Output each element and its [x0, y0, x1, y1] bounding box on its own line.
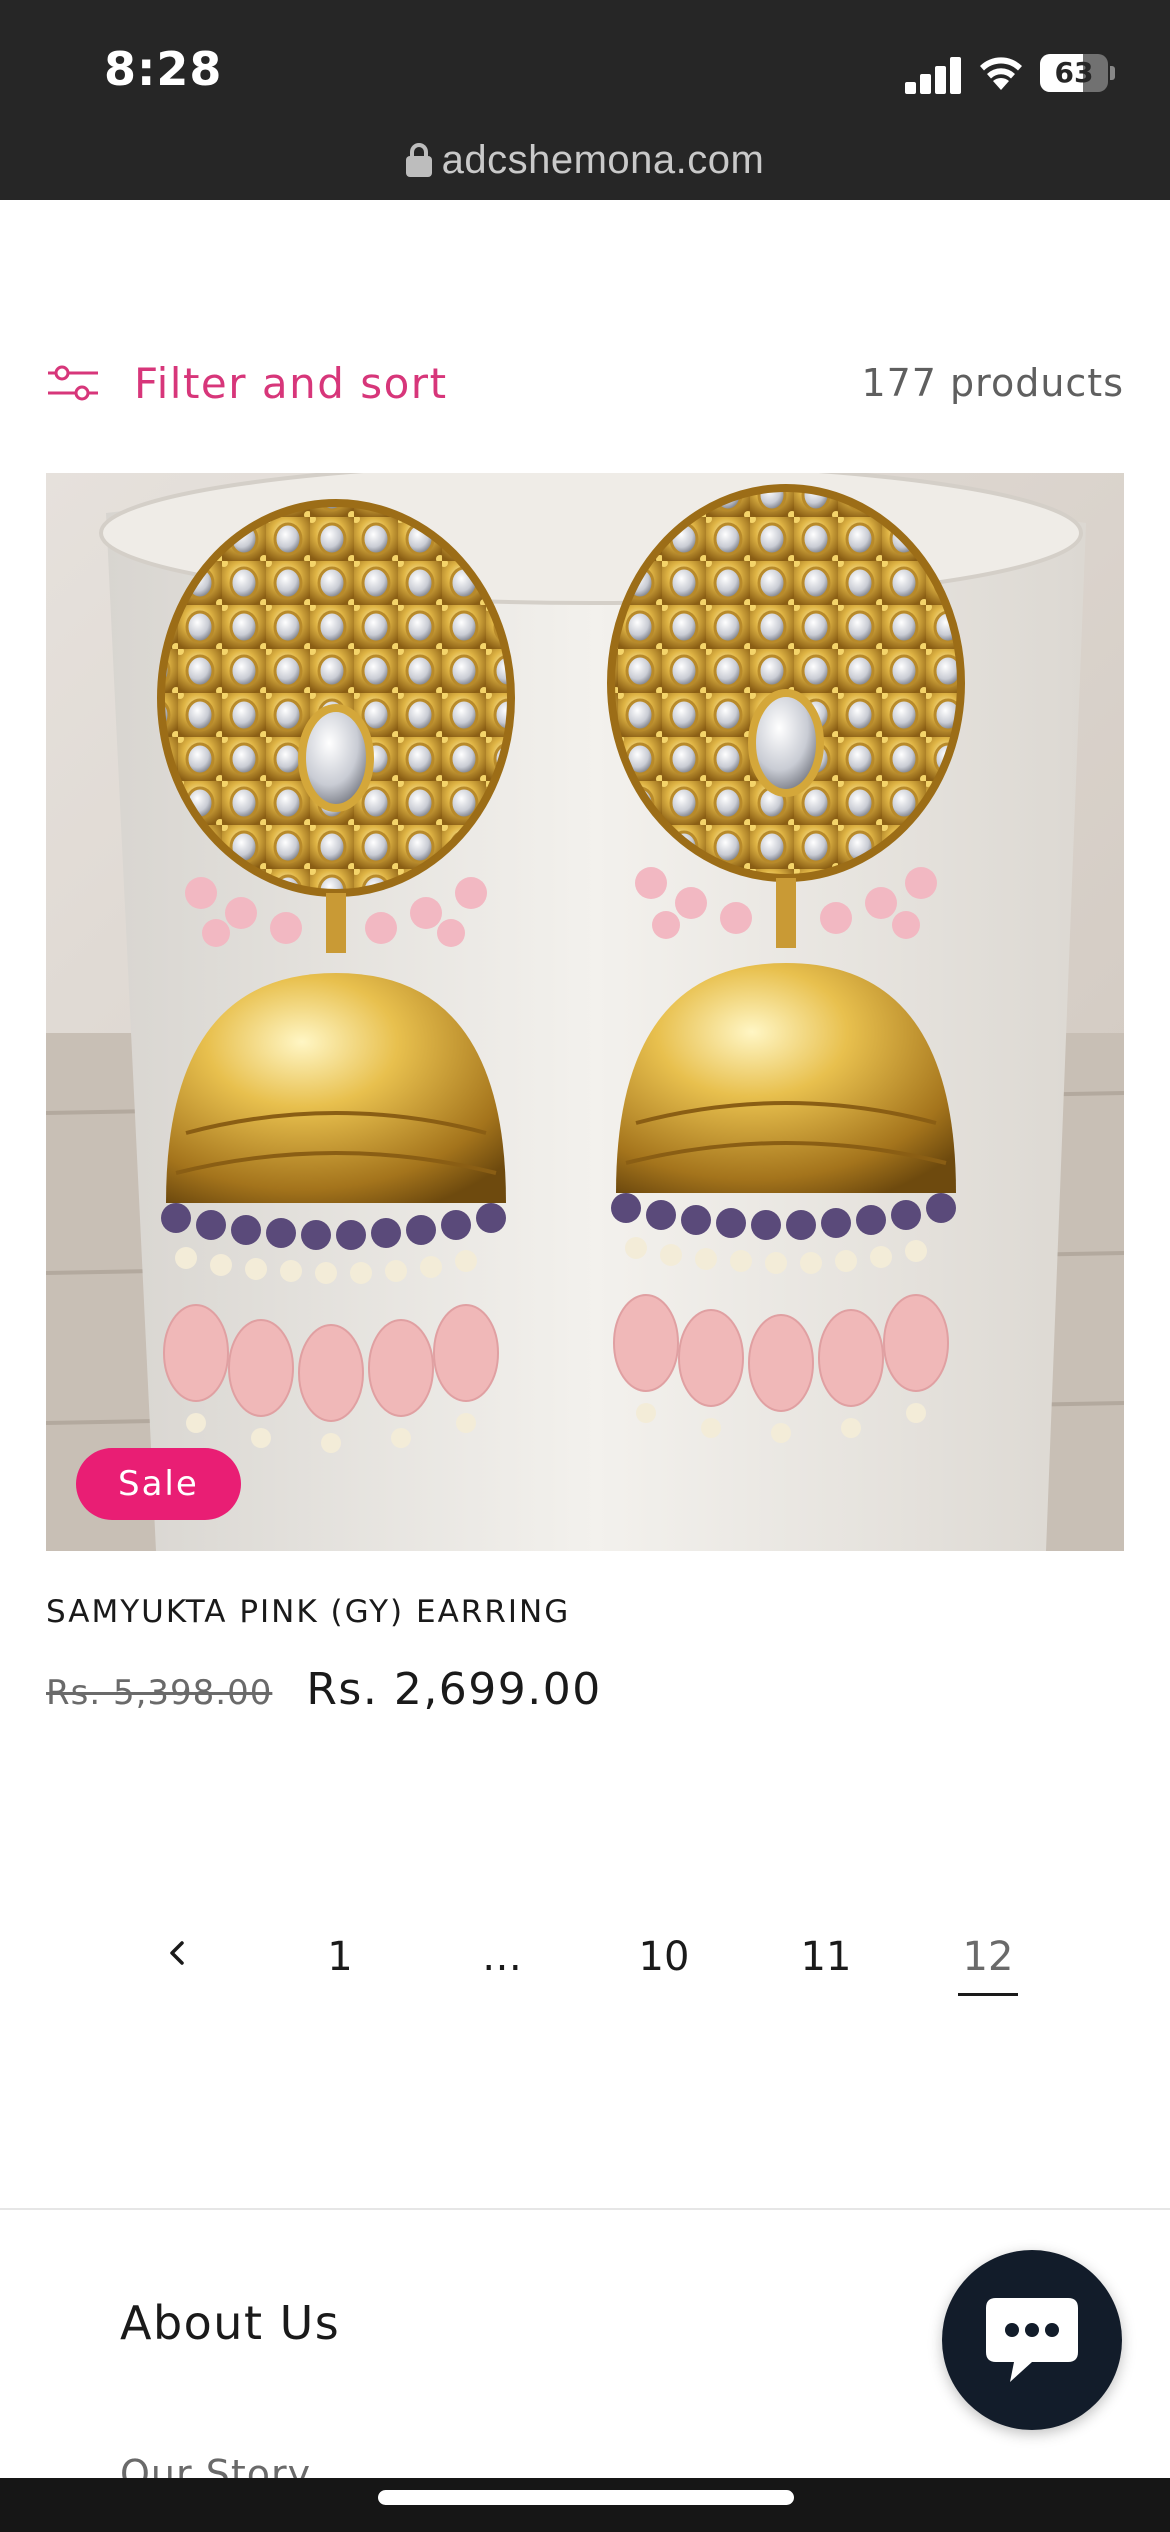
product-image[interactable]: [46, 473, 1124, 1551]
price-row: Rs. 5,398.00 Rs. 2,699.00: [46, 1664, 602, 1715]
previous-page-button[interactable]: [132, 1920, 222, 2010]
page-link-10[interactable]: 10: [619, 1920, 709, 2010]
page-current-12: 12: [943, 1920, 1033, 2010]
product-title[interactable]: SAMYUKTA PINK (GY) EARRING: [46, 1594, 570, 1630]
filter-and-sort-button[interactable]: Filter and sort: [46, 359, 448, 408]
collection-toolbar: Filter and sort 177 products: [46, 350, 1124, 416]
page-link-1[interactable]: 1: [295, 1920, 385, 2010]
address-bar[interactable]: adcshemona.com: [0, 132, 1170, 188]
home-indicator[interactable]: [378, 2490, 794, 2505]
page-ellipsis: …: [482, 1934, 522, 1980]
lock-icon: [405, 143, 432, 177]
footer-divider: [0, 2208, 1170, 2210]
pagination: 1 … 10 11 12: [0, 1920, 1170, 2020]
status-time: 8:28: [104, 42, 223, 96]
sale-badge: Sale: [76, 1448, 241, 1520]
page-link-11[interactable]: 11: [781, 1920, 871, 2010]
battery-percent: 63: [1054, 56, 1094, 89]
url-text: adcshemona.com: [441, 137, 765, 182]
product-count: 177 products: [861, 361, 1124, 405]
earrings-photo: [46, 473, 1124, 1551]
chat-button[interactable]: [942, 2250, 1122, 2430]
filter-sliders-icon: [48, 365, 98, 401]
original-price: Rs. 5,398.00: [46, 1673, 273, 1713]
status-bar: 8:28 63 adcshemona.com: [0, 0, 1170, 200]
cellular-signal-icon: [905, 56, 961, 94]
chevron-left-icon: [170, 1941, 184, 1965]
home-indicator-area: [0, 2478, 1170, 2532]
chat-bubble-icon: [986, 2298, 1078, 2382]
battery-icon: 63: [1040, 54, 1115, 92]
wifi-icon: [980, 57, 1022, 90]
footer-heading-about-us: About Us: [120, 2296, 341, 2350]
filter-and-sort-label: Filter and sort: [134, 358, 448, 408]
sale-price: Rs. 2,699.00: [306, 1664, 602, 1715]
